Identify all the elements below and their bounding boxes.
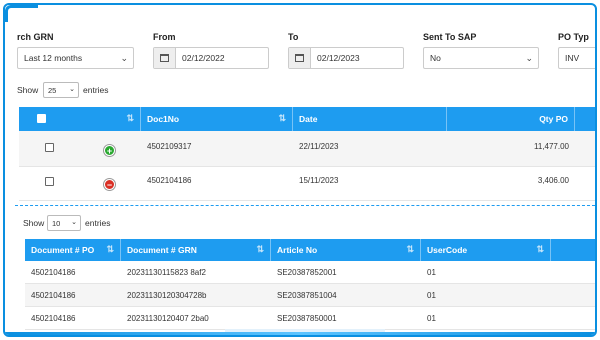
table-row[interactable]: 4502104186 20231130120304728b SE20387851… — [25, 284, 595, 307]
doc-grn-cell: 20231130120304728b — [127, 291, 207, 300]
doc-no-header[interactable]: Doc1No ⇅ — [141, 107, 293, 131]
po-type-select[interactable]: INV — [558, 47, 595, 69]
sort-icon[interactable]: ⇅ — [536, 244, 544, 255]
row-checkbox[interactable] — [45, 143, 54, 152]
qty-cell: 3,406.00 — [537, 176, 569, 185]
calendar-icon[interactable] — [289, 48, 311, 68]
doc-no-cell: 4502104186 — [147, 176, 192, 185]
usercode-header-label: UserCode — [427, 245, 468, 255]
to-date-field[interactable]: 02/12/2023 — [288, 47, 404, 69]
section-divider — [15, 205, 595, 206]
po-type-value: INV — [565, 53, 580, 63]
doc-grn-cell: 20231130120407 2ba0 — [127, 314, 209, 323]
table-row[interactable]: − 4502104186 15/11/2023 3,406.00 — [19, 167, 595, 201]
sent-to-sap-value: No — [430, 53, 441, 63]
sent-to-sap-select[interactable]: No ⌄ — [423, 47, 539, 69]
table-row[interactable]: 4502104186 20231130115823 8af2 SE2038785… — [25, 261, 595, 284]
sort-icon[interactable]: ⇅ — [106, 244, 114, 255]
date-cell: 22/11/2023 — [299, 142, 339, 151]
article-no-cell: SE20387850001 — [277, 314, 337, 323]
qty-po-header[interactable]: Qty PO — [447, 107, 575, 131]
usercode-cell: 01 — [427, 291, 436, 300]
sap-label: Sent To SAP — [423, 32, 477, 42]
doc-po-cell: 4502104186 — [31, 291, 76, 300]
to-date-value: 02/12/2023 — [317, 53, 360, 63]
from-date-value: 02/12/2022 — [182, 53, 225, 63]
search-grn-label: rch GRN — [17, 32, 54, 42]
chevron-down-icon: ⌄ — [525, 53, 533, 63]
chevron-down-icon: ⌄ — [69, 86, 75, 93]
search-grn-value: Last 12 months — [24, 53, 83, 63]
page-size-select[interactable]: 25 ⌄ — [43, 82, 79, 98]
sort-icon[interactable]: ⇅ — [126, 113, 134, 124]
sub-page-size-value: 10 — [52, 219, 61, 228]
date-cell: 15/11/2023 — [299, 176, 339, 185]
doc-grn-cell: 20231130115823 8af2 — [127, 268, 206, 277]
expand-row-icon[interactable]: + — [104, 145, 115, 156]
show-label: Show — [23, 218, 45, 228]
select-all-checkbox[interactable] — [37, 114, 46, 123]
doc-grn-header-label: Document # GRN — [127, 245, 197, 255]
chevron-down-icon: ⌄ — [71, 219, 77, 226]
doc-grn-header[interactable]: Document # GRN ⇅ — [121, 239, 271, 261]
window-frame: rch GRN Last 12 months ⌄ From 02/12/2022… — [3, 3, 597, 337]
doc-po-cell: 4502104186 — [31, 314, 76, 323]
doc-po-cell: 4502104186 — [31, 268, 76, 277]
sub-table-header: Document # PO ⇅ Document # GRN ⇅ Article… — [25, 239, 595, 261]
chevron-down-icon: ⌄ — [120, 53, 128, 63]
article-no-header-label: Article No — [277, 245, 318, 255]
article-no-header[interactable]: Article No ⇅ — [271, 239, 421, 261]
usercode-cell: 01 — [427, 314, 436, 323]
to-label: To — [288, 32, 299, 42]
table-row[interactable]: 4502104186 20231130120407 2ba0 SE2038785… — [25, 307, 595, 330]
date-header-label: Date — [299, 114, 318, 124]
row-checkbox[interactable] — [45, 177, 54, 186]
main-table-header: ⇅ Doc1No ⇅ Date Qty PO — [19, 107, 595, 131]
doc-no-cell: 4502109317 — [147, 142, 192, 151]
sort-icon[interactable]: ⇅ — [256, 244, 264, 255]
show-label: Show — [17, 85, 39, 95]
doc-po-header[interactable]: Document # PO ⇅ — [25, 239, 121, 261]
table-row[interactable]: + 4502109317 22/11/2023 11,477.00 — [19, 131, 595, 167]
usercode-header[interactable]: UserCode ⇅ — [421, 239, 551, 261]
doc-no-header-label: Doc1No — [147, 114, 180, 124]
sort-icon[interactable]: ⇅ — [406, 244, 414, 255]
collapse-row-icon[interactable]: − — [104, 179, 115, 190]
po-type-label: PO Typ — [558, 32, 589, 42]
doc-po-header-label: Document # PO — [31, 245, 95, 255]
usercode-cell: 01 — [427, 268, 436, 277]
sub-page-size-select[interactable]: 10 ⌄ — [47, 215, 81, 231]
qty-cell: 11,477.00 — [534, 142, 569, 151]
bottom-glow-bar — [5, 332, 595, 335]
from-date-field[interactable]: 02/12/2022 — [153, 47, 269, 69]
article-no-cell: SE20387851004 — [277, 291, 337, 300]
article-no-cell: SE20387852001 — [277, 268, 337, 277]
qty-po-header-label: Qty PO — [539, 114, 568, 124]
calendar-icon[interactable] — [154, 48, 176, 68]
entries-label: entries — [85, 218, 111, 228]
from-label: From — [153, 32, 176, 42]
search-grn-select[interactable]: Last 12 months ⌄ — [17, 47, 134, 69]
entries-label: entries — [83, 85, 109, 95]
page-size-value: 25 — [48, 86, 57, 95]
select-all-header[interactable]: ⇅ — [19, 107, 141, 131]
date-header[interactable]: Date — [293, 107, 447, 131]
sort-icon[interactable]: ⇅ — [278, 113, 286, 124]
